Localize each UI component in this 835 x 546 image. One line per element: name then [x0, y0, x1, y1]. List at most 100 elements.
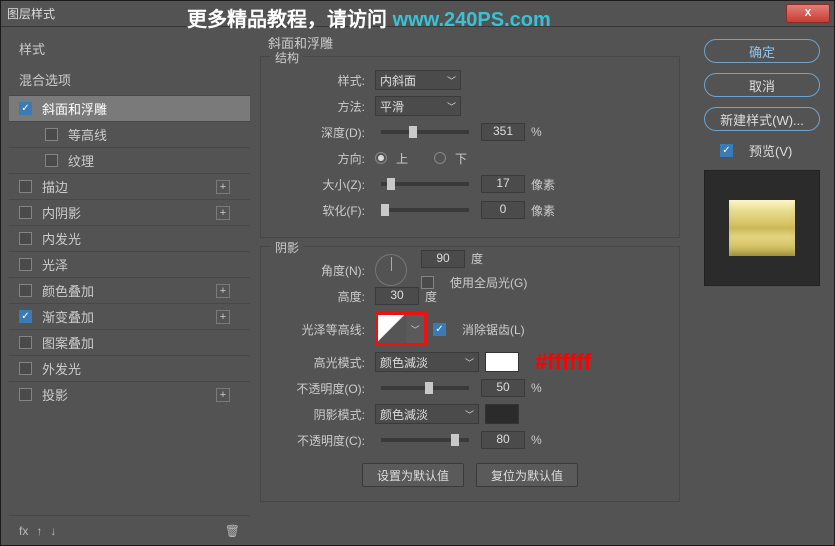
style-item-2[interactable]: 纹理	[9, 147, 250, 173]
style-label: 内阴影	[42, 203, 81, 222]
soften-input[interactable]: 0	[481, 201, 525, 219]
highlight-color-swatch[interactable]	[485, 352, 519, 372]
style-label: 内发光	[42, 229, 81, 248]
add-effect-icon[interactable]: +	[216, 206, 230, 220]
fx-icon[interactable]: fx	[19, 524, 28, 538]
style-item-9[interactable]: 图案叠加	[9, 329, 250, 355]
direction-up-radio[interactable]	[375, 152, 387, 164]
style-item-7[interactable]: 颜色叠加 +	[9, 277, 250, 303]
chevron-down-icon: ﹀	[465, 356, 474, 369]
highlight-opacity-label: 不透明度(O):	[273, 380, 365, 397]
styles-header: 样式	[9, 33, 250, 64]
blending-options[interactable]: 混合选项	[9, 64, 250, 95]
style-checkbox[interactable]	[19, 102, 32, 115]
style-label: 描边	[42, 177, 68, 196]
style-checkbox[interactable]	[19, 310, 32, 323]
size-input[interactable]: 17	[481, 175, 525, 193]
technique-select[interactable]: 平滑﹀	[375, 96, 461, 116]
style-label: 等高线	[68, 125, 107, 144]
style-select[interactable]: 内斜面﹀	[375, 70, 461, 90]
preview-thumbnail	[704, 170, 820, 286]
direction-down-radio[interactable]	[434, 152, 446, 164]
style-label: 投影	[42, 385, 68, 404]
add-effect-icon[interactable]: +	[216, 180, 230, 194]
section-title: 斜面和浮雕	[260, 33, 680, 52]
style-checkbox[interactable]	[19, 284, 32, 297]
angle-label: 角度(N):	[273, 262, 365, 279]
style-item-8[interactable]: 渐变叠加 +	[9, 303, 250, 329]
antialias-checkbox[interactable]	[433, 323, 446, 336]
style-label: 纹理	[68, 151, 94, 170]
window-title: 图层样式	[7, 5, 55, 22]
chevron-down-icon: ﹀	[447, 74, 456, 87]
style-item-1[interactable]: 等高线	[9, 121, 250, 147]
depth-slider[interactable]	[381, 130, 469, 134]
size-slider[interactable]	[381, 182, 469, 186]
style-label: 渐变叠加	[42, 307, 94, 326]
style-item-3[interactable]: 描边 +	[9, 173, 250, 199]
shading-fieldset: 阴影 角度(N): 90 度 使用全局光(G)	[260, 246, 680, 502]
chevron-down-icon: ﹀	[406, 315, 424, 343]
make-default-button[interactable]: 设置为默认值	[362, 463, 464, 487]
style-label: 外发光	[42, 359, 81, 378]
cancel-button[interactable]: 取消	[704, 73, 820, 97]
px-unit: 像素	[531, 202, 555, 219]
style-item-10[interactable]: 外发光	[9, 355, 250, 381]
style-item-11[interactable]: 投影 +	[9, 381, 250, 407]
style-checkbox[interactable]	[19, 258, 32, 271]
add-effect-icon[interactable]: +	[216, 388, 230, 402]
altitude-input[interactable]: 30	[375, 287, 419, 305]
add-effect-icon[interactable]: +	[216, 310, 230, 324]
highlight-opacity-input[interactable]: 50	[481, 379, 525, 397]
style-checkbox[interactable]	[19, 232, 32, 245]
style-checkbox[interactable]	[19, 336, 32, 349]
actions-panel: 确定 取消 新建样式(W)... 预览(V)	[690, 27, 834, 545]
style-label: 图案叠加	[42, 333, 94, 352]
direction-label: 方向:	[273, 150, 365, 167]
size-label: 大小(Z):	[273, 176, 365, 193]
options-panel: 斜面和浮雕 结构 样式: 内斜面﹀ 方法: 平滑﹀ 深度(D): 351 %	[250, 27, 690, 545]
gloss-contour-picker[interactable]: ﹀	[375, 312, 427, 346]
highlight-opacity-slider[interactable]	[381, 386, 469, 390]
shadow-opacity-slider[interactable]	[381, 438, 469, 442]
add-effect-icon[interactable]: +	[216, 284, 230, 298]
arrow-down-icon[interactable]: ↓	[50, 524, 56, 538]
style-checkbox[interactable]	[19, 362, 32, 375]
dialog-body: 样式 混合选项 斜面和浮雕等高线纹理描边 + 内阴影 + 内发光光泽颜色叠加 + 渐变叠加 +…	[1, 27, 834, 545]
style-item-5[interactable]: 内发光	[9, 225, 250, 251]
style-label: 颜色叠加	[42, 281, 94, 300]
shadow-color-swatch[interactable]	[485, 404, 519, 424]
shadow-mode-label: 阴影模式:	[273, 406, 365, 423]
shadow-mode-select[interactable]: 颜色減淡﹀	[375, 404, 479, 424]
style-checkbox[interactable]	[19, 180, 32, 193]
reset-default-button[interactable]: 复位为默认值	[476, 463, 578, 487]
style-checkbox[interactable]	[19, 388, 32, 401]
shading-label: 阴影	[271, 239, 303, 256]
depth-label: 深度(D):	[273, 124, 365, 141]
chevron-down-icon: ﹀	[447, 100, 456, 113]
trash-icon[interactable]: 🗑	[225, 524, 240, 538]
preview-checkbox[interactable]	[720, 144, 733, 157]
angle-dial[interactable]	[375, 254, 407, 286]
angle-input[interactable]: 90	[421, 250, 465, 268]
style-item-0[interactable]: 斜面和浮雕	[9, 95, 250, 121]
depth-input[interactable]: 351	[481, 123, 525, 141]
arrow-up-icon[interactable]: ↑	[36, 524, 42, 538]
new-style-button[interactable]: 新建样式(W)...	[704, 107, 820, 131]
style-item-6[interactable]: 光泽	[9, 251, 250, 277]
style-item-4[interactable]: 内阴影 +	[9, 199, 250, 225]
style-list: 斜面和浮雕等高线纹理描边 + 内阴影 + 内发光光泽颜色叠加 + 渐变叠加 + 图案叠加外发光投…	[9, 95, 250, 515]
style-label: 样式:	[273, 72, 365, 89]
style-checkbox[interactable]	[45, 154, 58, 167]
chevron-down-icon: ﹀	[465, 408, 474, 421]
style-checkbox[interactable]	[45, 128, 58, 141]
style-label: 斜面和浮雕	[42, 99, 107, 118]
highlight-mode-select[interactable]: 颜色減淡﹀	[375, 352, 479, 372]
ok-button[interactable]: 确定	[704, 39, 820, 63]
gloss-contour-label: 光泽等高线:	[273, 321, 365, 338]
shadow-opacity-input[interactable]: 80	[481, 431, 525, 449]
style-checkbox[interactable]	[19, 206, 32, 219]
close-button[interactable]: X	[786, 4, 830, 23]
global-light-label: 使用全局光(G)	[450, 274, 527, 291]
soften-slider[interactable]	[381, 208, 469, 212]
